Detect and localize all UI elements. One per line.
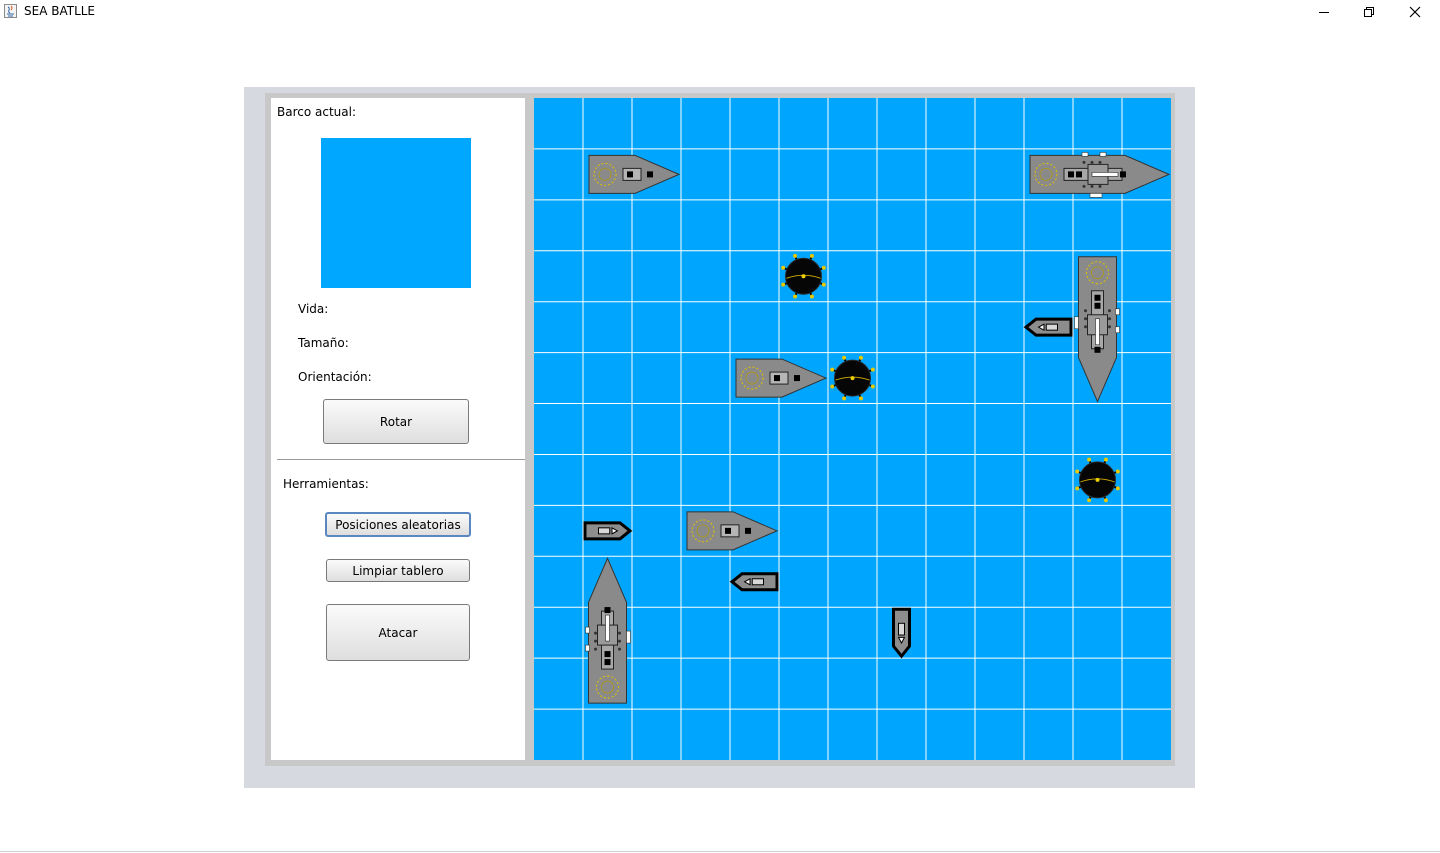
orientation-label: Orientación:	[298, 370, 372, 384]
carrier-ship-icon	[585, 557, 631, 704]
java-app-icon	[4, 4, 17, 18]
boat-ship-icon	[1023, 317, 1073, 337]
size-label: Tamaño:	[298, 336, 349, 350]
current-ship-label: Barco actual:	[277, 105, 357, 119]
random-positions-button[interactable]: Posiciones aleatorias	[325, 512, 471, 537]
rotate-button[interactable]: Rotar	[323, 399, 469, 444]
boat-ship-icon	[729, 572, 779, 592]
mine-icon	[830, 355, 875, 401]
tools-label: Herramientas:	[283, 477, 369, 491]
close-button[interactable]	[1392, 0, 1438, 23]
panel-divider	[277, 459, 525, 460]
mine-icon	[781, 253, 826, 299]
window-title: SEA BATLLE	[24, 4, 96, 18]
minimize-button[interactable]	[1301, 0, 1347, 23]
mine-icon	[1075, 457, 1120, 503]
destroyer-ship-icon	[686, 511, 779, 551]
destroyer-ship-icon	[735, 358, 828, 398]
boat-ship-icon	[583, 521, 633, 541]
attack-button[interactable]: Atacar	[326, 604, 470, 661]
title-bar: SEA BATLLE	[0, 0, 1440, 23]
minimize-icon	[1319, 11, 1329, 13]
boat-ship-icon	[892, 607, 911, 659]
restore-icon	[1364, 6, 1374, 17]
destroyer-ship-icon	[588, 154, 681, 194]
grid-lines	[534, 98, 1171, 760]
clear-board-button[interactable]: Limpiar tablero	[326, 559, 470, 582]
carrier-ship-icon	[1074, 256, 1120, 403]
current-ship-preview	[321, 138, 471, 288]
game-board[interactable]	[534, 98, 1171, 760]
restore-button[interactable]	[1346, 0, 1392, 23]
life-label: Vida:	[298, 302, 329, 316]
board-grid[interactable]	[534, 98, 1171, 760]
close-icon	[1409, 6, 1421, 17]
window-bottom-edge	[0, 851, 1440, 852]
carrier-ship-icon	[1029, 152, 1171, 198]
